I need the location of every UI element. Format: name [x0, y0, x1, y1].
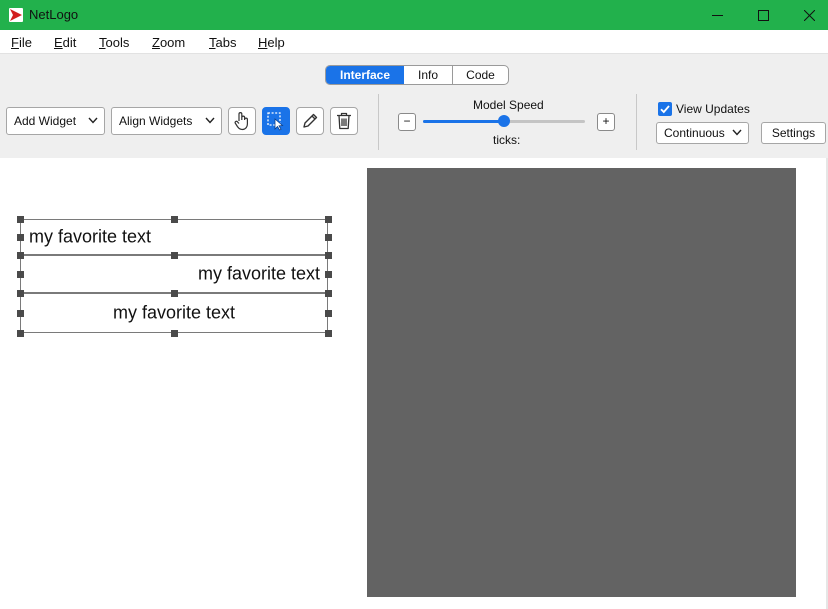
- resize-handle[interactable]: [16, 215, 24, 223]
- speed-slider-fill: [423, 120, 504, 123]
- select-widgets-button[interactable]: [262, 107, 290, 135]
- toolbar-divider: [636, 94, 637, 150]
- delete-button[interactable]: [330, 107, 358, 135]
- select-widgets-icon: [267, 112, 284, 131]
- align-widgets-label: Align Widgets: [119, 114, 193, 128]
- resize-handle[interactable]: [324, 215, 332, 223]
- resize-handle[interactable]: [324, 309, 332, 317]
- add-widget-dropdown[interactable]: Add Widget: [6, 107, 105, 135]
- tab-code[interactable]: Code: [452, 66, 508, 84]
- resize-handle[interactable]: [16, 270, 24, 278]
- menu-tabs[interactable]: Tabs: [209, 35, 236, 50]
- resize-handle[interactable]: [324, 233, 332, 241]
- close-icon: [803, 9, 815, 21]
- delete-trash-icon: [337, 112, 351, 130]
- resize-handle[interactable]: [324, 289, 332, 297]
- menu-zoom[interactable]: Zoom: [152, 35, 185, 50]
- tab-strip: Interface Info Code: [325, 65, 509, 85]
- interact-button[interactable]: [228, 107, 256, 135]
- resize-handle[interactable]: [324, 329, 332, 337]
- tab-interface[interactable]: Interface: [326, 66, 404, 84]
- maximize-button[interactable]: [740, 0, 786, 30]
- close-button[interactable]: [786, 0, 828, 30]
- edit-button[interactable]: [296, 107, 324, 135]
- chevron-down-icon: [88, 117, 98, 124]
- resize-handle[interactable]: [170, 215, 178, 223]
- tab-info[interactable]: Info: [404, 66, 452, 84]
- maximize-icon: [757, 9, 769, 21]
- menu-bar: File Edit Tools Zoom Tabs Help: [0, 30, 828, 54]
- update-mode-value: Continuous: [664, 126, 725, 140]
- checkmark-icon: [660, 105, 670, 114]
- speed-decrease-button[interactable]: −: [398, 113, 416, 131]
- minimize-icon: [711, 14, 723, 16]
- chevron-down-icon: [732, 129, 742, 136]
- note-text: my favorite text: [112, 302, 236, 323]
- note-text: my favorite text: [29, 226, 152, 247]
- interface-toolbar: Interface Info Code Add Widget Align Wid…: [0, 54, 828, 158]
- toolbar-divider: [378, 94, 379, 150]
- update-mode-dropdown[interactable]: Continuous: [656, 122, 749, 144]
- minimize-button[interactable]: [694, 0, 740, 30]
- menu-help[interactable]: Help: [258, 35, 285, 50]
- resize-handle[interactable]: [16, 309, 24, 317]
- settings-button[interactable]: Settings: [761, 122, 826, 144]
- resize-handle[interactable]: [324, 270, 332, 278]
- interface-canvas[interactable]: my favorite text my favorite text my fav…: [0, 158, 828, 609]
- resize-handle[interactable]: [170, 329, 178, 337]
- view-updates-label: View Updates: [676, 102, 750, 116]
- chevron-down-icon: [205, 117, 215, 124]
- resize-handle[interactable]: [16, 233, 24, 241]
- resize-handle[interactable]: [16, 329, 24, 337]
- menu-tools[interactable]: Tools: [99, 35, 129, 50]
- resize-handle[interactable]: [170, 289, 178, 297]
- text-note-widget[interactable]: my favorite text: [16, 289, 332, 337]
- ticks-label: ticks:: [493, 133, 521, 147]
- menu-file[interactable]: File: [11, 35, 32, 50]
- add-widget-label: Add Widget: [14, 114, 77, 128]
- window-title: NetLogo: [29, 7, 79, 22]
- resize-handle[interactable]: [324, 251, 332, 259]
- interact-hand-icon: [234, 112, 248, 131]
- speed-slider-thumb[interactable]: [498, 115, 510, 127]
- note-text: my favorite text: [197, 263, 320, 284]
- resize-handle[interactable]: [170, 251, 178, 259]
- text-note-widget[interactable]: my favorite text: [16, 251, 332, 297]
- view-updates-checkbox[interactable]: [658, 102, 672, 116]
- align-widgets-dropdown[interactable]: Align Widgets: [111, 107, 222, 135]
- menu-edit[interactable]: Edit: [54, 35, 76, 50]
- netlogo-logo-icon: [9, 8, 23, 22]
- resize-handle[interactable]: [16, 289, 24, 297]
- title-bar: NetLogo: [0, 0, 828, 30]
- edit-pencil-icon: [303, 113, 318, 128]
- text-note-widget[interactable]: my favorite text: [16, 215, 332, 259]
- model-speed-label: Model Speed: [473, 98, 544, 112]
- world-view[interactable]: [367, 168, 796, 597]
- resize-handle[interactable]: [16, 251, 24, 259]
- speed-increase-button[interactable]: +: [597, 113, 615, 131]
